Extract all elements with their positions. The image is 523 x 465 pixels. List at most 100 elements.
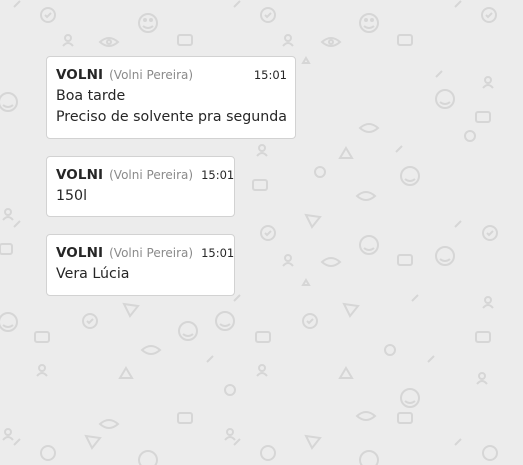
user-add-icon	[476, 372, 488, 385]
envelope-icon	[34, 331, 50, 343]
eye-icon	[355, 191, 377, 201]
user-add-icon	[282, 34, 294, 47]
message-bubble[interactable]: VOLNI (Volni Pereira) 15:01 Boa tarde Pr…	[46, 56, 296, 139]
user-add-icon	[482, 296, 494, 309]
smiley-icon	[138, 450, 158, 465]
smiley-icon	[0, 312, 18, 332]
smiley-icon	[215, 311, 235, 331]
envelope-icon	[475, 111, 491, 123]
message-text: Vera Lúcia	[56, 266, 130, 282]
envelope-icon	[252, 179, 268, 191]
message-header: VOLNI (Volni Pereira) 15:01	[56, 67, 287, 83]
checkmark-icon	[260, 225, 276, 241]
send-icon	[122, 302, 140, 318]
checkmark-icon	[40, 7, 56, 23]
checkmark-icon	[302, 313, 318, 329]
sender-full-name: (Volni Pereira)	[109, 68, 194, 82]
pill-icon	[427, 355, 435, 363]
message-body: Boa tarde Preciso de solvente pra segund…	[56, 86, 287, 128]
pill-icon	[13, 438, 21, 446]
pill-icon	[13, 0, 21, 8]
checkmark-icon	[260, 7, 276, 23]
triangle-icon	[338, 146, 354, 159]
envelope-icon	[177, 412, 193, 424]
user-add-icon	[2, 208, 14, 221]
eye-icon	[320, 257, 342, 267]
smiley-icon	[435, 89, 455, 109]
smiley-icon	[400, 166, 420, 186]
send-icon	[84, 434, 102, 450]
eye-icon	[98, 37, 120, 47]
message-text: Boa tarde	[56, 88, 126, 104]
send-icon	[304, 213, 322, 229]
smiley-icon	[0, 92, 18, 112]
envelope-icon	[397, 412, 413, 424]
pill-icon	[454, 220, 462, 228]
message-body: Vera Lúcia	[56, 264, 226, 285]
pill-icon	[435, 70, 443, 78]
envelope-icon	[0, 243, 13, 255]
checkmark-icon	[224, 384, 236, 396]
triangle-icon	[301, 56, 311, 64]
smiley-icon	[359, 13, 379, 33]
triangle-icon	[118, 366, 134, 379]
pill-icon	[454, 438, 462, 446]
message-bubble[interactable]: VOLNI (Volni Pereira) 15:01 Vera Lúcia	[46, 234, 235, 296]
checkmark-icon	[40, 445, 56, 461]
user-add-icon	[256, 144, 268, 157]
envelope-icon	[177, 34, 193, 46]
smiley-icon	[435, 246, 455, 266]
checkmark-icon	[482, 225, 498, 241]
triangle-icon	[301, 278, 311, 286]
eye-icon	[355, 411, 377, 421]
triangle-icon	[338, 366, 354, 379]
pill-icon	[454, 0, 462, 8]
pill-icon	[395, 145, 403, 153]
message-header: VOLNI (Volni Pereira) 15:01	[56, 167, 234, 183]
sender-name: VOLNI	[56, 245, 104, 261]
sender-name: VOLNI	[56, 167, 104, 183]
user-add-icon	[256, 364, 268, 377]
message-text: Preciso de solvente pra segunda	[56, 109, 287, 125]
message-time: 15:01	[201, 246, 235, 260]
checkmark-icon	[260, 445, 276, 461]
eye-icon	[98, 419, 120, 429]
send-icon	[342, 302, 360, 318]
sender-full-name: (Volni Pereira)	[109, 246, 194, 260]
smiley-icon	[400, 388, 420, 408]
smiley-icon	[359, 450, 379, 465]
user-add-icon	[36, 364, 48, 377]
pill-icon	[233, 0, 241, 8]
user-add-icon	[224, 428, 236, 441]
envelope-icon	[397, 254, 413, 266]
sender-name: VOLNI	[56, 67, 104, 83]
checkmark-icon	[82, 313, 98, 329]
envelope-icon	[397, 34, 413, 46]
envelope-icon	[255, 331, 271, 343]
pill-icon	[13, 220, 21, 228]
checkmark-icon	[481, 7, 497, 23]
message-bubble[interactable]: VOLNI (Volni Pereira) 15:01 150l	[46, 156, 235, 217]
send-icon	[304, 434, 322, 450]
message-body: 150l	[56, 186, 226, 207]
smiley-icon	[359, 235, 379, 255]
sender-full-name: (Volni Pereira)	[109, 168, 194, 182]
pill-icon	[411, 294, 419, 302]
eye-icon	[140, 345, 162, 355]
user-add-icon	[62, 34, 74, 47]
checkmark-icon	[464, 130, 476, 142]
smiley-icon	[178, 321, 198, 341]
checkmark-icon	[384, 344, 396, 356]
envelope-icon	[475, 331, 491, 343]
eye-icon	[320, 37, 342, 47]
user-add-icon	[2, 428, 14, 441]
checkmark-icon	[314, 166, 326, 178]
message-time: 15:01	[253, 68, 287, 82]
pill-icon	[233, 294, 241, 302]
message-text: 150l	[56, 188, 88, 204]
pill-icon	[206, 355, 214, 363]
message-time: 15:01	[201, 168, 235, 182]
user-add-icon	[482, 76, 494, 89]
user-add-icon	[282, 254, 294, 267]
checkmark-icon	[482, 445, 498, 461]
